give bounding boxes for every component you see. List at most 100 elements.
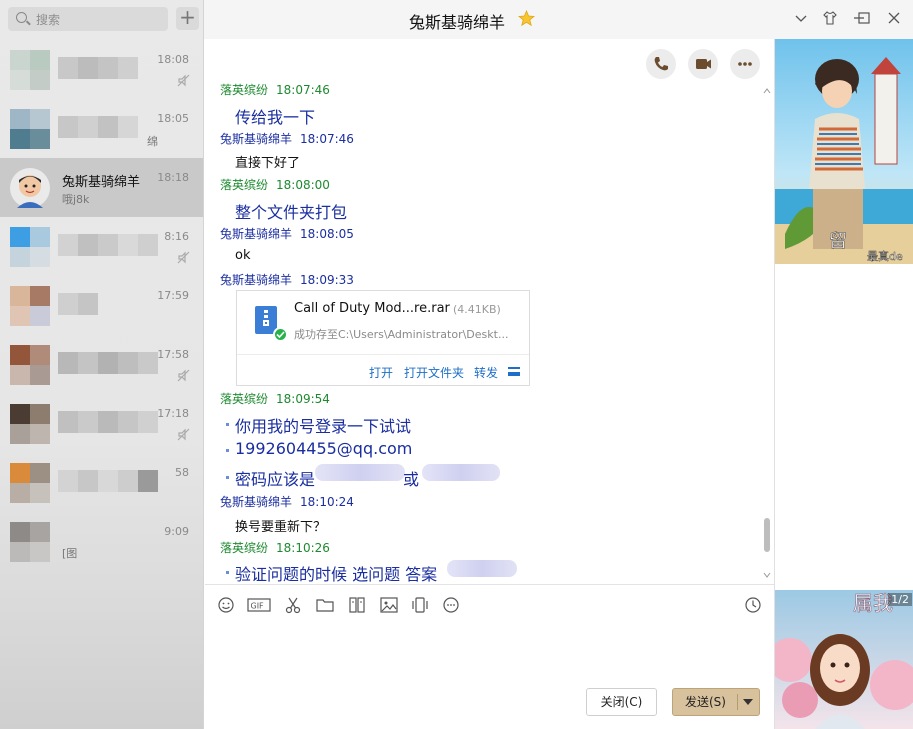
message-text[interactable]: 或 bbox=[403, 466, 419, 490]
close-icon[interactable] bbox=[886, 10, 902, 26]
sidebar: 搜索 + 18:08 18:05 绵 兔斯基骑绵羊 18:18 哦j8k 8:1… bbox=[0, 0, 204, 729]
ad-illustration: 留 最真de bbox=[775, 39, 913, 264]
message-text[interactable]: 传给我一下 bbox=[235, 104, 315, 128]
avatar bbox=[10, 286, 50, 326]
star-icon[interactable] bbox=[518, 10, 535, 27]
bullet bbox=[226, 449, 229, 452]
shake-icon[interactable] bbox=[410, 595, 430, 615]
message-time: 18:09:33 bbox=[300, 273, 354, 287]
contact-name-blurred bbox=[58, 293, 98, 315]
contact-item[interactable]: 8:16 bbox=[0, 217, 203, 276]
message-time: 18:08:00 bbox=[276, 178, 330, 192]
message-text[interactable]: ok bbox=[235, 248, 250, 263]
check-icon bbox=[273, 327, 288, 342]
file-actions: 打开 打开文件夹 转发 bbox=[237, 354, 529, 385]
maximize-icon[interactable] bbox=[856, 10, 872, 26]
ad-illustration: 属我 bbox=[775, 590, 913, 729]
message-text[interactable]: 你用我的号登录一下试试 bbox=[235, 413, 411, 437]
chat-header: 兔斯基骑绵羊 bbox=[204, 0, 913, 39]
file-name: Call of Duty Mod...re.rar bbox=[294, 301, 450, 316]
send-button[interactable]: 发送(S) bbox=[672, 688, 760, 716]
right-panel: 留 最真de 属我 1/2 bbox=[774, 39, 913, 729]
scroll-thumb[interactable] bbox=[764, 518, 770, 552]
svg-text:GIF: GIF bbox=[251, 602, 265, 611]
more-circle-icon[interactable] bbox=[441, 595, 461, 615]
send-options-icon[interactable] bbox=[743, 699, 753, 705]
message-header: 兔斯基骑绵羊 18:08:05 bbox=[220, 225, 354, 242]
sender-name: 落英缤纷 bbox=[220, 541, 269, 555]
message-text[interactable]: 换号要重新下？ bbox=[235, 516, 326, 535]
open-file-link[interactable]: 打开 bbox=[369, 364, 393, 381]
shirt-icon[interactable] bbox=[822, 10, 838, 26]
search-input[interactable]: 搜索 bbox=[8, 7, 168, 31]
message-text[interactable]: 直接下好了 bbox=[235, 152, 300, 171]
scroll-down-icon[interactable] bbox=[763, 571, 771, 579]
message-header: 兔斯基骑绵羊 18:10:24 bbox=[220, 493, 354, 510]
mute-icon bbox=[177, 369, 190, 382]
contact-item[interactable]: 17:59 bbox=[0, 276, 203, 335]
message-header: 兔斯基骑绵羊 18:09:33 bbox=[220, 271, 354, 288]
contact-preview: 哦j8k bbox=[62, 193, 90, 206]
contact-item[interactable]: 9:09 [图 bbox=[0, 512, 203, 571]
contact-item[interactable]: 17:18 bbox=[0, 394, 203, 453]
message-text[interactable]: 验证问题的时候 选问题 答案 bbox=[235, 561, 437, 584]
ad-banner-top[interactable]: 留 最真de bbox=[775, 39, 913, 264]
message-text[interactable]: 密码应该是 bbox=[235, 466, 315, 490]
message-time: 18:10:26 bbox=[276, 541, 330, 555]
contact-item-active[interactable]: 兔斯基骑绵羊 18:18 哦j8k bbox=[0, 158, 203, 217]
close-button[interactable]: 关闭(C) bbox=[586, 688, 657, 716]
doc-icon[interactable] bbox=[347, 595, 367, 615]
history-icon[interactable] bbox=[743, 595, 763, 615]
contact-item[interactable]: 58 bbox=[0, 453, 203, 512]
image-icon[interactable] bbox=[379, 595, 399, 615]
search-placeholder: 搜索 bbox=[36, 13, 61, 27]
contact-time: 17:18 bbox=[157, 407, 189, 420]
scissors-icon[interactable] bbox=[283, 595, 303, 615]
contact-name: 兔斯基骑绵羊 bbox=[62, 175, 141, 190]
contact-time: 58 bbox=[175, 466, 189, 479]
message-input[interactable]: 关闭(C) 发送(S) bbox=[205, 624, 774, 729]
gif-icon[interactable]: GIF bbox=[247, 595, 271, 615]
contact-name-blurred bbox=[58, 116, 138, 138]
contact-time: 18:05 bbox=[157, 112, 189, 125]
search-icon bbox=[16, 12, 27, 23]
ad-counter[interactable]: 1/2 bbox=[888, 593, 912, 606]
contact-name-blurred bbox=[58, 234, 158, 256]
folder-icon[interactable] bbox=[315, 595, 335, 615]
avatar bbox=[10, 50, 50, 90]
ad-banner-bottom[interactable]: 属我 1/2 bbox=[775, 590, 913, 729]
contact-time: 18:18 bbox=[157, 171, 189, 184]
avatar bbox=[10, 463, 50, 503]
add-button[interactable]: + bbox=[176, 7, 199, 30]
sender-name: 兔斯基骑绵羊 bbox=[220, 273, 293, 287]
phone-icon bbox=[654, 57, 668, 71]
file-card[interactable]: Call of Duty Mod...re.rar (4.41KB) 成功存至C… bbox=[236, 290, 530, 386]
contact-item[interactable]: 17:58 bbox=[0, 335, 203, 394]
scroll-up-icon[interactable] bbox=[763, 87, 771, 95]
ad-text: 最真de bbox=[867, 249, 903, 263]
chevron-down-icon[interactable] bbox=[793, 10, 809, 26]
contact-item[interactable]: 18:05 绵 bbox=[0, 99, 203, 158]
sender-name: 兔斯基骑绵羊 bbox=[220, 495, 293, 509]
message-text[interactable]: 整个文件夹打包 bbox=[235, 199, 347, 223]
emoji-icon[interactable] bbox=[216, 595, 236, 615]
video-button[interactable] bbox=[688, 49, 718, 79]
forward-link[interactable]: 转发 bbox=[474, 364, 498, 381]
message-time: 18:10:24 bbox=[300, 495, 354, 509]
phone-button[interactable] bbox=[646, 49, 676, 79]
contact-item[interactable]: 18:08 bbox=[0, 40, 203, 99]
ad-text: 留 bbox=[829, 231, 847, 252]
sender-name: 落英缤纷 bbox=[220, 178, 269, 192]
bullet bbox=[226, 423, 229, 426]
more-icon bbox=[738, 62, 752, 66]
open-folder-link[interactable]: 打开文件夹 bbox=[404, 364, 464, 381]
sender-name: 兔斯基骑绵羊 bbox=[220, 227, 293, 241]
menu-icon[interactable] bbox=[508, 367, 520, 376]
more-button[interactable] bbox=[730, 49, 760, 79]
chat-scrollbar[interactable] bbox=[763, 87, 771, 579]
contact-time: 8:16 bbox=[164, 230, 189, 243]
send-label: 发送(S) bbox=[685, 695, 726, 709]
message-text[interactable]: 1992604455@qq.com bbox=[235, 439, 412, 458]
file-size: (4.41KB) bbox=[453, 303, 501, 316]
avatar bbox=[10, 345, 50, 385]
